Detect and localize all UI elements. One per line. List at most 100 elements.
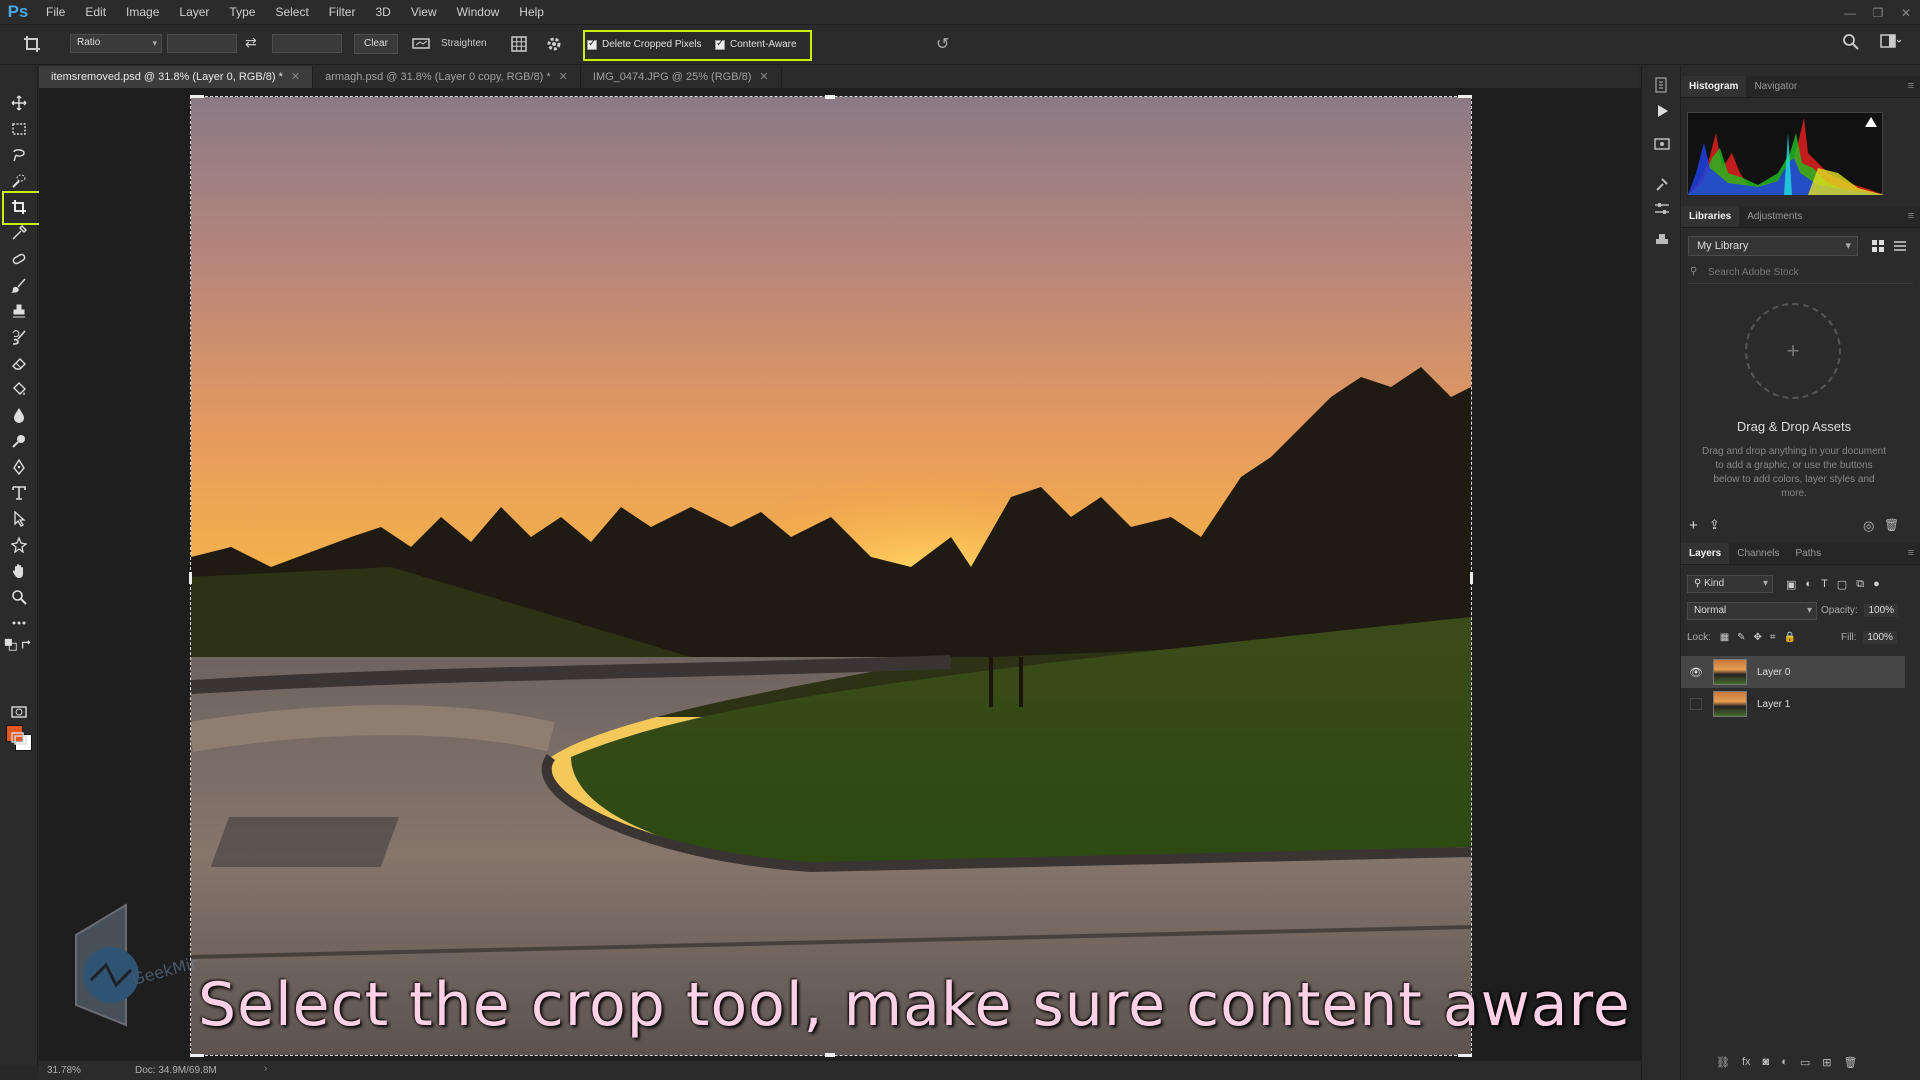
panel-menu-icon[interactable]: ≡ bbox=[1908, 80, 1914, 92]
grid-view-icon[interactable] bbox=[1871, 239, 1885, 256]
menu-3d[interactable]: 3D bbox=[365, 0, 400, 25]
eyedropper-tool-icon[interactable] bbox=[8, 222, 30, 244]
opacity-input[interactable]: 100% bbox=[1864, 604, 1899, 617]
doc-size[interactable]: Doc: 34.9M/69.8M bbox=[135, 1065, 217, 1076]
zoom-level[interactable]: 31.78% bbox=[47, 1065, 81, 1076]
straighten-icon[interactable] bbox=[412, 36, 430, 50]
tab-paths[interactable]: Paths bbox=[1788, 543, 1830, 564]
history-icon[interactable] bbox=[1653, 76, 1671, 94]
stock-search-input[interactable]: ⚲ Search Adobe Stock bbox=[1688, 264, 1913, 284]
workspace-icon[interactable] bbox=[1880, 34, 1902, 53]
height-input[interactable] bbox=[272, 34, 342, 53]
layer-filter-select[interactable]: ⚲ Kind ▾ bbox=[1687, 575, 1773, 593]
fill-input[interactable]: 100% bbox=[1863, 631, 1897, 644]
tab-itemsremoved[interactable]: itemsremoved.psd @ 31.8% (Layer 0, RGB/8… bbox=[39, 66, 314, 88]
dodge-tool-icon[interactable] bbox=[8, 430, 30, 452]
close-icon[interactable]: ✕ bbox=[291, 71, 300, 83]
tab-histogram[interactable]: Histogram bbox=[1681, 76, 1747, 97]
add-content-icon[interactable]: + bbox=[1689, 517, 1698, 534]
lasso-tool-icon[interactable] bbox=[8, 144, 30, 166]
paint-bucket-tool-icon[interactable] bbox=[8, 378, 30, 400]
type-tool-icon[interactable] bbox=[8, 482, 30, 504]
delete-layer-icon[interactable]: 🗑 bbox=[1843, 1056, 1857, 1069]
ratio-select[interactable]: Ratio ▾ bbox=[70, 34, 162, 53]
smart-object-filter-icon[interactable]: ⧉ bbox=[1856, 578, 1864, 591]
pixel-filter-icon[interactable]: ▣ bbox=[1786, 578, 1796, 591]
clone-stamp-tool-icon[interactable] bbox=[8, 300, 30, 322]
brush-presets-icon[interactable] bbox=[1653, 176, 1671, 194]
menu-select[interactable]: Select bbox=[265, 0, 318, 25]
menu-window[interactable]: Window bbox=[447, 0, 510, 25]
close-window-button[interactable]: ✕ bbox=[1892, 0, 1920, 25]
gear-icon[interactable] bbox=[545, 35, 563, 56]
hand-tool-icon[interactable] bbox=[8, 560, 30, 582]
menu-file[interactable]: File bbox=[36, 0, 75, 25]
pen-tool-icon[interactable] bbox=[8, 456, 30, 478]
new-layer-icon[interactable]: ⊞ bbox=[1822, 1056, 1831, 1069]
tab-layers[interactable]: Layers bbox=[1681, 543, 1730, 564]
type-filter-icon[interactable]: T bbox=[1821, 578, 1828, 591]
menu-layer[interactable]: Layer bbox=[169, 0, 219, 25]
history-brush-tool-icon[interactable] bbox=[8, 326, 30, 348]
content-aware-checkbox[interactable]: Content-Aware bbox=[715, 38, 797, 50]
reset-icon[interactable]: ↺ bbox=[936, 34, 949, 54]
search-icon[interactable] bbox=[1842, 33, 1860, 54]
overlay-grid-icon[interactable] bbox=[510, 35, 528, 56]
more-tools-icon[interactable] bbox=[8, 612, 30, 634]
blur-tool-icon[interactable] bbox=[8, 404, 30, 426]
list-view-icon[interactable] bbox=[1893, 239, 1907, 256]
quick-selection-tool-icon[interactable] bbox=[8, 170, 30, 192]
adjustment-layer-icon[interactable]: ◐ bbox=[1781, 1056, 1788, 1069]
clear-button[interactable]: Clear bbox=[354, 34, 398, 54]
library-select[interactable]: My Library ▾ bbox=[1688, 236, 1858, 256]
adjustment-filter-icon[interactable]: ◐ bbox=[1805, 578, 1812, 591]
screen-mode-icon[interactable] bbox=[8, 727, 30, 749]
restore-button[interactable]: ❐ bbox=[1864, 0, 1892, 25]
trash-icon[interactable]: 🗑 bbox=[1884, 518, 1899, 532]
tab-libraries[interactable]: Libraries bbox=[1681, 206, 1740, 227]
zoom-tool-icon[interactable] bbox=[8, 586, 30, 608]
tab-channels[interactable]: Channels bbox=[1729, 543, 1787, 564]
actions-play-icon[interactable] bbox=[1653, 102, 1671, 120]
layer-row-layer-0[interactable]: 👁 Layer 0 bbox=[1681, 656, 1905, 688]
properties-icon[interactable] bbox=[1653, 136, 1671, 154]
shape-filter-icon[interactable]: ▢ bbox=[1837, 578, 1847, 591]
panel-menu-icon[interactable]: ≡ bbox=[1908, 547, 1914, 559]
eraser-tool-icon[interactable] bbox=[8, 352, 30, 374]
chevron-right-icon[interactable]: › bbox=[264, 1063, 267, 1074]
visibility-toggle[interactable] bbox=[1685, 698, 1707, 710]
document-image[interactable] bbox=[191, 97, 1471, 1055]
creative-cloud-icon[interactable]: ◎ bbox=[1863, 518, 1874, 534]
menu-help[interactable]: Help bbox=[509, 0, 554, 25]
delete-cropped-pixels-checkbox[interactable]: Delete Cropped Pixels bbox=[587, 38, 702, 50]
close-icon[interactable]: ✕ bbox=[559, 71, 568, 83]
menu-filter[interactable]: Filter bbox=[319, 0, 366, 25]
close-icon[interactable]: ✕ bbox=[759, 71, 768, 83]
crop-preset-icon[interactable] bbox=[18, 32, 46, 56]
path-selection-tool-icon[interactable] bbox=[8, 508, 30, 530]
fx-icon[interactable]: fx bbox=[1742, 1056, 1751, 1069]
marquee-tool-icon[interactable] bbox=[8, 118, 30, 140]
swap-colors-icon[interactable] bbox=[20, 638, 34, 652]
link-layers-icon[interactable]: ⛓ bbox=[1716, 1056, 1730, 1069]
menu-edit[interactable]: Edit bbox=[75, 0, 116, 25]
add-asset-drop-zone[interactable]: + bbox=[1745, 303, 1841, 399]
upload-icon[interactable]: ⇪ bbox=[1709, 517, 1720, 533]
swap-icon[interactable]: ⇄ bbox=[245, 34, 257, 51]
filter-toggle-icon[interactable]: ● bbox=[1873, 578, 1880, 591]
menu-image[interactable]: Image bbox=[116, 0, 169, 25]
eye-icon[interactable]: 👁 bbox=[1685, 666, 1707, 679]
menu-view[interactable]: View bbox=[401, 0, 447, 25]
tab-navigator[interactable]: Navigator bbox=[1746, 76, 1805, 97]
layer-row-layer-1[interactable]: Layer 1 bbox=[1681, 688, 1905, 720]
lock-options-icons[interactable]: ▦✎✥⌗🔒 bbox=[1720, 632, 1804, 643]
tab-img-0474[interactable]: IMG_0474.JPG @ 25% (RGB/8) ✕ bbox=[581, 66, 782, 88]
move-tool-icon[interactable] bbox=[8, 92, 30, 114]
quick-mask-icon[interactable] bbox=[8, 701, 30, 723]
minimize-button[interactable]: — bbox=[1836, 0, 1864, 25]
menu-type[interactable]: Type bbox=[219, 0, 265, 25]
default-colors-icon[interactable] bbox=[4, 638, 18, 652]
tab-armagh[interactable]: armagh.psd @ 31.8% (Layer 0 copy, RGB/8)… bbox=[313, 66, 581, 88]
panel-menu-icon[interactable]: ≡ bbox=[1908, 210, 1914, 222]
adjustment-sliders-icon[interactable] bbox=[1653, 200, 1671, 218]
